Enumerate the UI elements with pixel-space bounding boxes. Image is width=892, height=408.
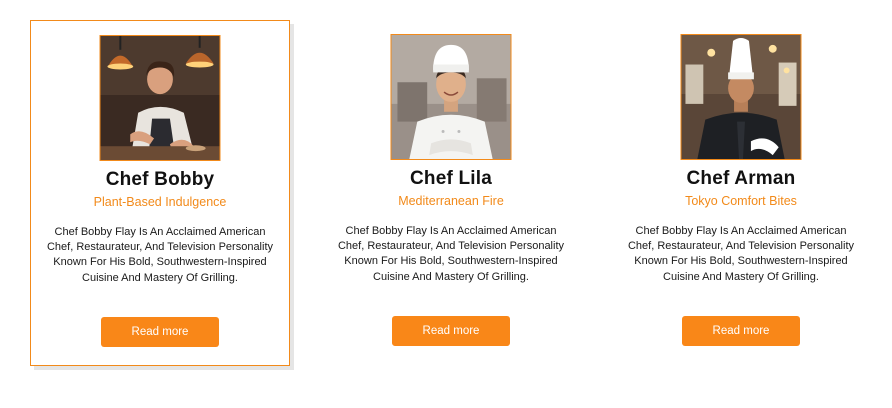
read-more-button[interactable]: Read more bbox=[392, 316, 510, 346]
chef-bio: Chef Bobby Flay Is An Acclaimed American… bbox=[337, 225, 565, 283]
chef-card-arman[interactable]: Chef Arman Tokyo Comfort Bites Chef Bobb… bbox=[611, 20, 871, 366]
chef-cards-section: Chef Bobby Plant-Based Indulgence Chef B… bbox=[0, 0, 892, 408]
read-more-button[interactable]: Read more bbox=[101, 317, 219, 347]
chef-name: Chef Bobby bbox=[105, 169, 215, 190]
chef-specialty: Mediterranean Fire bbox=[398, 194, 504, 208]
chef-bobby-photo bbox=[99, 35, 221, 161]
chef-card-lila[interactable]: Chef Lila Mediterranean Fire Chef Bobby … bbox=[321, 20, 581, 366]
chef-lila-photo bbox=[390, 34, 512, 160]
chef-arman-photo bbox=[680, 34, 802, 160]
read-more-button[interactable]: Read more bbox=[682, 316, 800, 346]
chef-name: Chef Lila bbox=[409, 168, 493, 189]
chef-bio: Chef Bobby Flay Is An Acclaimed American… bbox=[46, 226, 274, 284]
chef-specialty: Plant-Based Indulgence bbox=[93, 195, 227, 209]
chef-specialty: Tokyo Comfort Bites bbox=[685, 194, 797, 208]
chef-bio: Chef Bobby Flay Is An Acclaimed American… bbox=[627, 225, 855, 283]
chef-card-bobby[interactable]: Chef Bobby Plant-Based Indulgence Chef B… bbox=[30, 20, 290, 366]
chef-name: Chef Arman bbox=[686, 168, 796, 189]
